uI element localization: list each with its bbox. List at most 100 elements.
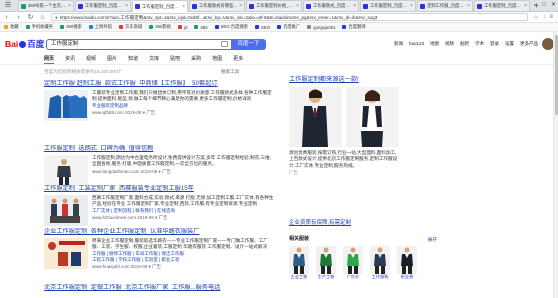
baidu-logo[interactable]: Bai 百度	[5, 38, 44, 50]
brand-tag[interactable]: 专业服装定制品牌	[92, 103, 274, 109]
close-tab-icon[interactable]: ×	[467, 3, 470, 9]
result-thumbnail[interactable]	[44, 195, 88, 226]
browser-tab[interactable]: 360导航—个主页,一个世界×	[18, 0, 74, 11]
close-window-icon[interactable]: ✕	[551, 1, 556, 10]
result-title[interactable]: 工作服定制_工装定制厂家_西赛服装专业定制工服15年	[44, 185, 274, 193]
star-icon[interactable]: ☆	[533, 14, 538, 21]
related-item[interactable]: 工作服装	[370, 246, 390, 280]
result-tab[interactable]: 采购	[191, 56, 201, 64]
close-tab-icon[interactable]: ×	[182, 4, 185, 10]
close-tab-icon[interactable]: ×	[524, 3, 527, 9]
bookmark-item[interactable]: jd	[177, 25, 187, 30]
browser-tab[interactable]: 定制工作服_百度搜索 ×	[417, 0, 473, 11]
result-title[interactable]: 定制工作服 赶制工服_款式工作服_中商储【工作服】_50套起订	[44, 80, 274, 88]
refresh-icon[interactable]: ↻	[27, 13, 34, 22]
result-tab[interactable]: 地图	[212, 56, 222, 64]
top-link[interactable]: 设置	[505, 40, 514, 48]
minimize-icon[interactable]: –	[534, 1, 537, 10]
result-item: 北京工作服定制_定做工作服_北京工作服厂家_工作服...服务电话	[44, 284, 274, 292]
related-item[interactable]: 职业装	[397, 246, 417, 280]
forward-icon[interactable]: ›	[15, 13, 22, 22]
ad-image[interactable]	[289, 87, 342, 147]
menu-icon[interactable]: ≡	[549, 14, 553, 21]
ad-title[interactable]: 工作服定制都来源这一款!	[289, 76, 495, 84]
favicon-icon	[363, 3, 368, 9]
top-link[interactable]: hao123	[409, 40, 424, 48]
browser-tab[interactable]: 工作服款式_百度搜索 ×	[303, 0, 359, 11]
close-tab-icon[interactable]: ×	[410, 3, 413, 9]
bookmark-item[interactable]: gongsju001	[307, 25, 335, 30]
bookmark-icon	[214, 25, 219, 29]
browser-tab[interactable]: 工作服定制_百度搜索 ×	[132, 0, 188, 12]
top-link[interactable]: 登录	[490, 40, 499, 48]
related-image[interactable]	[343, 246, 363, 274]
result-tab[interactable]: 知道	[128, 56, 138, 64]
result-tab[interactable]: 资讯	[65, 56, 75, 64]
bookmark-item[interactable]: 上网导航	[88, 24, 112, 30]
back-icon[interactable]: ‹	[3, 13, 10, 22]
browser-tab[interactable]: 工作服定制_百度搜索 ×	[75, 0, 131, 11]
browser-tab[interactable]: 工作服定制价格_百度搜索×	[246, 0, 302, 11]
search-tools-button[interactable]: 搜索工具	[221, 69, 239, 75]
sitelinks[interactable]: 工作服 | 厨师工作服 | 车间工作服 | 保洁工作服 工程工作服 | 学校工作…	[92, 251, 274, 263]
result-thumbnail[interactable]	[44, 155, 88, 186]
ad-link[interactable]: 企业资质有保障,有需定制	[289, 218, 351, 226]
search-input[interactable]: 工作服定制	[46, 39, 231, 50]
top-link[interactable]: 视频	[445, 40, 454, 48]
result-thumbnail[interactable]	[44, 238, 88, 269]
browser-tab[interactable]: 工作服定制_百度搜索 ×	[474, 0, 530, 11]
scrollbar[interactable]	[553, 32, 558, 298]
top-link[interactable]: 学术	[475, 40, 484, 48]
bookmark-item[interactable]: 京东商城	[119, 24, 142, 30]
related-item[interactable]: 广告衫	[343, 246, 363, 280]
top-link[interactable]: 新闻	[394, 40, 403, 48]
top-link[interactable]: 贴吧	[460, 40, 469, 48]
top-link[interactable]: 地图	[430, 40, 439, 48]
download-icon[interactable]: ↓	[542, 14, 545, 21]
close-tab-icon[interactable]: ×	[353, 3, 356, 9]
result-tab[interactable]: 文库	[149, 56, 159, 64]
related-image[interactable]	[316, 246, 336, 274]
result-title[interactable]: 企业工作服定制_各种企业工作服定制_认准华路衣服装厂	[44, 228, 274, 236]
bookmark-item[interactable]: 360	[194, 25, 208, 30]
bookmark-item[interactable]: 手机收藏夹	[25, 24, 53, 30]
result-tab[interactable]: 视频	[86, 56, 96, 64]
bookmark-item[interactable]: SEO	[254, 25, 270, 30]
related-title: 相关服装	[289, 236, 310, 242]
tab-menu-icon[interactable]: ☰	[3, 1, 13, 10]
home-icon[interactable]: ⌂	[39, 13, 46, 22]
related-item[interactable]: 生产工装	[316, 246, 336, 280]
sitelinks[interactable]: 工厂实体 | 定制流程 | 联系我们 | 在线咨询	[92, 208, 274, 214]
result-title[interactable]: 北京工作服定制_定做工作服_北京工作服厂家_工作服...服务电话	[44, 284, 274, 292]
close-tab-icon[interactable]: ×	[68, 3, 71, 9]
related-image[interactable]	[370, 246, 390, 274]
related-item[interactable]: 企业工装	[289, 246, 309, 280]
address-input[interactable]: ● https://www.baidu.com/s?wd=工作服定制&rsv_sp…	[51, 13, 529, 21]
bookmark-item[interactable]: 收藏	[4, 24, 19, 30]
close-tab-icon[interactable]: ×	[125, 3, 128, 9]
related-image[interactable]	[289, 246, 309, 274]
result-tab[interactable]: 更多	[233, 56, 243, 64]
bookmark-item[interactable]: SEO 百度搜索	[214, 24, 248, 30]
bookmark-item[interactable]: 360影视	[149, 24, 171, 30]
result-tab[interactable]: 网页	[44, 56, 55, 64]
browser-tab[interactable]: 工作服定制_百度搜索 ×	[360, 0, 416, 11]
related-more[interactable]: 展开	[428, 236, 437, 243]
browser-tab[interactable]: 工作服款式有哪些_百度搜索×	[189, 0, 245, 11]
maximize-icon[interactable]: □	[542, 1, 546, 10]
bookmark-item[interactable]: 百度推广	[277, 24, 300, 30]
related-image[interactable]	[397, 246, 417, 274]
close-tab-icon[interactable]: ×	[239, 3, 242, 9]
bookmark-icon	[60, 25, 65, 29]
bookmark-item[interactable]: 360搜索	[60, 24, 82, 30]
search-button[interactable]: 百度一下	[231, 39, 266, 50]
bookmark-item[interactable]: 百度翻译	[342, 24, 366, 30]
result-title[interactable]: 工作服定制_选朗式_口碑为确_值得信赖	[44, 145, 274, 153]
camera-icon[interactable]	[221, 41, 228, 47]
close-tab-icon[interactable]: ×	[296, 3, 299, 9]
top-link[interactable]: 更多产品	[520, 40, 538, 48]
result-thumbnail[interactable]	[44, 90, 88, 121]
ad-image[interactable]	[346, 87, 399, 147]
result-tab[interactable]: 贴吧	[170, 56, 180, 64]
result-tab[interactable]: 图片	[107, 56, 117, 64]
